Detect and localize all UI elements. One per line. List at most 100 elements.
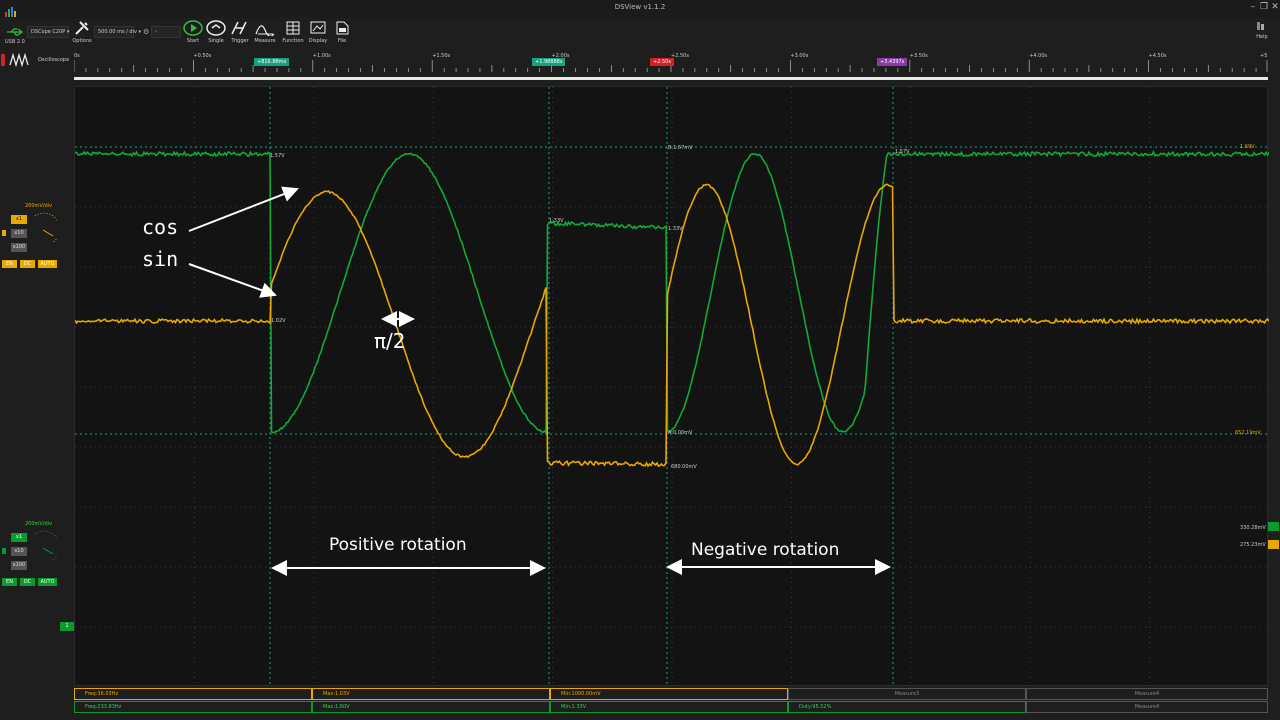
measure-freq-ch0[interactable]: Freq:36.03Hz	[74, 688, 312, 700]
channel0-x100-button[interactable]: x100	[11, 243, 27, 252]
measure-min-ch1[interactable]: Min:1.33V	[550, 701, 788, 713]
channel1-controls: 200mV/div x1 x10 x100 EN DC AUTO	[0, 518, 74, 590]
device-name: DSCope C20P	[31, 29, 65, 35]
channel0-x10-button[interactable]: x10	[11, 229, 27, 238]
measure-min-ch0[interactable]: Min:1000.00mV	[550, 688, 788, 700]
channel0-marker	[2, 230, 6, 236]
measure-button[interactable]: Measure	[251, 18, 279, 50]
channel1-dc-button[interactable]: DC	[20, 578, 35, 586]
channel1-x10-button[interactable]: x10	[11, 547, 27, 556]
measure-freq-ch1[interactable]: Freq:233.83Hz	[74, 701, 312, 713]
channel1-knob-icon[interactable]	[31, 530, 57, 566]
waveform-icon	[9, 53, 31, 67]
options-label: Options	[68, 38, 96, 44]
sin-arrow	[189, 264, 275, 295]
display-icon	[308, 20, 328, 36]
sin-plateau-readout: 680.00mV	[671, 464, 697, 470]
function-button[interactable]: Function	[279, 18, 307, 50]
cos-mid-readout: 1.33V	[668, 226, 683, 232]
channel0-auto-button[interactable]: AUTO	[38, 260, 57, 268]
samples-select[interactable]: ▾	[151, 26, 181, 38]
channel1-auto-button[interactable]: AUTO	[38, 578, 57, 586]
record-marker	[1, 54, 5, 66]
time-cursor-tag[interactable]: +1.98888s	[532, 58, 565, 66]
file-button[interactable]: File	[328, 18, 356, 50]
ruler-tick-label: +5	[1260, 53, 1267, 59]
measure4-slot-ch1[interactable]: Measure4	[1026, 701, 1268, 713]
ch0-level-readout: 275.23mV	[1240, 542, 1266, 548]
channel0-controls: 200mV/div x1 x10 x100 EN DC AUTO	[0, 200, 74, 272]
trigger-button[interactable]: Trigger	[226, 18, 254, 50]
channel1-marker	[2, 548, 6, 554]
channel1-en-button[interactable]: EN	[2, 578, 17, 586]
wrench-icon	[74, 20, 90, 36]
trigger-icon	[230, 20, 250, 36]
phase-annotation: π/2	[374, 329, 406, 353]
measure-bar: Freq:36.03Hz Max:1.03V Min:1000.00mV Mea…	[74, 688, 1268, 714]
scope-display[interactable]: 1.57V 1.33V 1.33V 1.57V 1.02V B:1.67mV A…	[74, 86, 1268, 686]
measure-max-ch0[interactable]: Max:1.03V	[312, 688, 550, 700]
timebase-select[interactable]: 500.00 ms / div ▾	[94, 26, 134, 38]
single-icon	[206, 20, 226, 36]
channel0-dc-button[interactable]: DC	[20, 260, 35, 268]
ruler-tick-label: +1.00s	[313, 53, 331, 59]
channel0-vdiv: 200mV/div	[25, 203, 52, 209]
ch0-level-marker[interactable]	[1268, 540, 1279, 549]
help-button[interactable]: Help	[1248, 18, 1276, 50]
cos-arrow	[189, 189, 297, 231]
ruler-tick-label: +1.50s	[432, 53, 450, 59]
channel0-x1-button[interactable]: x1	[11, 215, 27, 224]
cos-plateau-readout: 1.33V	[549, 218, 564, 224]
ruler-tick-label: +3.00s	[790, 53, 808, 59]
settings-icon[interactable]: ⚙	[143, 28, 149, 36]
time-cursor-tag[interactable]: +816.88ms	[254, 58, 289, 66]
close-icon[interactable]: ✕	[1269, 2, 1280, 12]
measure4-slot[interactable]: Measure4	[1026, 688, 1268, 700]
right-level-high: 1.69V	[1240, 144, 1255, 150]
channel1-x100-button[interactable]: x100	[11, 561, 27, 570]
cursor-b-readout: B:1.67mV	[668, 145, 693, 151]
channel1-vdiv: 200mV/div	[25, 521, 52, 527]
time-cursor-tag[interactable]: +3.4397s	[877, 58, 907, 66]
dsview-window: DSView v1.1.2 – ❐ ✕ USB 2.0 DSCope C20P …	[0, 0, 1280, 720]
waveform-plot	[75, 87, 1269, 687]
measure-label: Measure	[251, 38, 279, 44]
file-label: File	[328, 38, 356, 44]
sin-annotation: sin	[142, 247, 178, 271]
cos-high-readout-2: 1.57V	[895, 149, 910, 155]
device-select[interactable]: DSCope C20P ▾	[27, 26, 69, 38]
cos-annotation: cos	[142, 215, 178, 239]
file-icon	[332, 20, 352, 36]
ruler-tick-label: +4.00s	[1029, 53, 1047, 59]
time-cursor-tag[interactable]: +2.50s	[650, 58, 674, 66]
measure-max-ch1[interactable]: Max:1.60V	[312, 701, 550, 713]
measure-icon	[255, 20, 275, 36]
cursor-a-readout: A:0.00mV	[668, 430, 692, 436]
measure3-slot[interactable]: Measure3	[788, 688, 1026, 700]
cos-high-readout: 1.57V	[270, 153, 285, 159]
time-ruler[interactable]: 0s +0.50s +1.00s +1.50s +2.00s +2.50s +3.00s +3…	[74, 50, 1268, 82]
ruler-tick-label: +4.50s	[1149, 53, 1167, 59]
function-label: Function	[279, 38, 307, 44]
ch1-level-readout: 330.28mV	[1240, 525, 1266, 531]
options-button[interactable]: Options	[68, 18, 96, 50]
ruler-tick-label: 0s	[74, 53, 80, 59]
ruler-tick-label: +0.50s	[193, 53, 211, 59]
mode-indicator[interactable]: Oscilloscope	[0, 52, 74, 68]
ch1-level-marker[interactable]	[1268, 522, 1279, 531]
ruler-tick-label: +3.50s	[910, 53, 928, 59]
help-icon	[1255, 20, 1269, 32]
play-icon	[183, 20, 203, 36]
function-icon	[283, 20, 303, 36]
channel0-knob-icon[interactable]	[31, 212, 57, 248]
channel0-en-button[interactable]: EN	[2, 260, 17, 268]
channel1-x1-button[interactable]: x1	[11, 533, 27, 542]
usb-label: USB 2.0	[5, 39, 25, 45]
trigger-level-marker[interactable]: 1	[60, 622, 74, 631]
right-level-low: 652.19mV	[1235, 430, 1261, 436]
positive-rotation-label: Positive rotation	[329, 535, 467, 555]
timebase-value: 500.00 ms / div	[98, 29, 137, 35]
trigger-label: Trigger	[226, 38, 254, 44]
measure-duty-ch1[interactable]: Duty:95.52%	[788, 701, 1026, 713]
sin-low-readout: 1.02V	[271, 318, 286, 324]
